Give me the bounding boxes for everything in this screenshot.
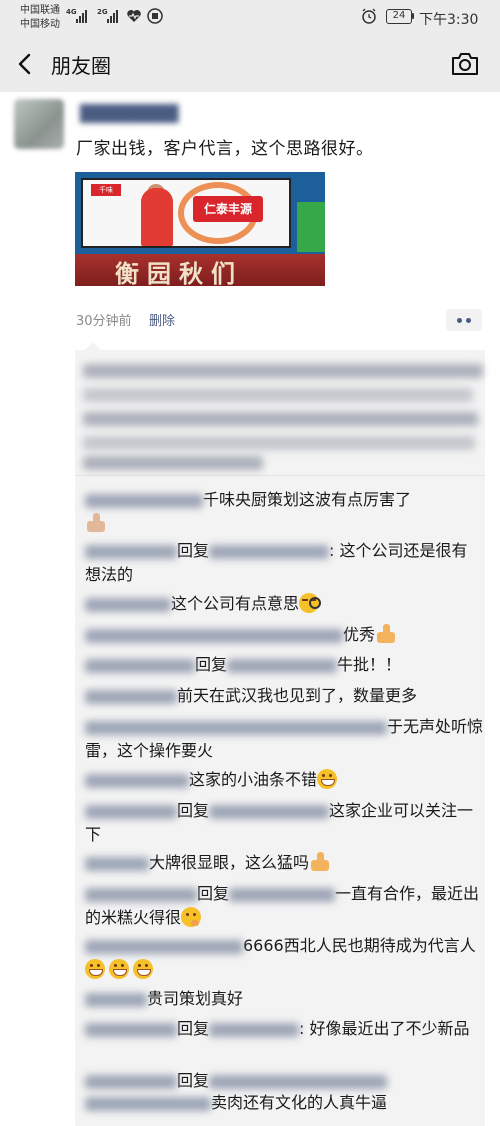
- alarm-icon: [362, 8, 376, 24]
- battery-tip: [412, 13, 414, 19]
- comment-text: 牛批！！: [337, 655, 402, 674]
- commenter-name-blurred[interactable]: [85, 689, 177, 704]
- comment-text: 卖肉还有文化的人真牛逼: [211, 1093, 388, 1112]
- comment-item[interactable]: 贵司策划真好: [85, 987, 483, 1011]
- shop-sign: 衡园秋们: [75, 254, 325, 286]
- comment-item[interactable]: 回复: [85, 1069, 483, 1093]
- comment-text: 前天在武汉我也见到了，数量更多: [177, 686, 418, 705]
- commenter-name-blurred[interactable]: [85, 1096, 211, 1111]
- likes-list: [75, 350, 485, 476]
- billboard-logo: 千味: [91, 184, 121, 196]
- grinning-face-icon: [109, 959, 129, 979]
- dot-icon: [457, 318, 462, 323]
- commenter-name-blurred[interactable]: [85, 720, 387, 735]
- status-bar: 中国联通 中国移动 4G 2G 24 下午3:30: [0, 0, 500, 36]
- nav-bar: 朋友圈: [0, 36, 500, 92]
- reply-target-blurred[interactable]: [209, 1022, 300, 1037]
- carrier-1: 中国联通: [20, 5, 60, 16]
- comment-item[interactable]: 千味央厨策划这波有点厉害了: [85, 488, 483, 536]
- chevron-left-icon[interactable]: [14, 52, 38, 76]
- carrier-2: 中国移动: [20, 19, 60, 30]
- signal-icon: [76, 9, 87, 23]
- comments-panel: 千味央厨策划这波有点厉害了 回复: 这个公司还是很有想法的 这个公司有点意思 优…: [75, 350, 485, 1126]
- commenter-name-blurred[interactable]: [85, 628, 343, 643]
- reply-label: 回复: [177, 541, 210, 560]
- comment-text: : 好像最近出了不少新品: [299, 1019, 470, 1038]
- comment-text: 优秀: [343, 625, 376, 644]
- reply-target-blurred[interactable]: [209, 1074, 388, 1089]
- dot-icon: [466, 318, 471, 323]
- author-name-blurred[interactable]: ████████: [80, 104, 178, 123]
- billboard-banner: 仁泰丰源: [193, 196, 263, 222]
- grinning-face-icon: [133, 959, 153, 979]
- comment-text: 这家的小油条不错: [189, 770, 318, 789]
- post-image[interactable]: 千味 仁泰丰源 衡园秋们: [75, 172, 325, 286]
- comment-item[interactable]: 这个公司有点意思: [85, 592, 483, 616]
- status-time: 下午3:30: [419, 12, 479, 28]
- battery-icon: 24: [386, 9, 412, 24]
- shop-sign-text: 衡园秋们: [115, 259, 243, 286]
- reply-target-blurred[interactable]: [227, 658, 338, 673]
- thumbs-up-icon: [85, 513, 107, 533]
- comment-item[interactable]: 前天在武汉我也见到了，数量更多: [85, 684, 483, 708]
- commenter-name-blurred[interactable]: [85, 658, 195, 673]
- thumbs-up-icon: [375, 624, 397, 644]
- comment-text: 贵司策划真好: [147, 989, 244, 1008]
- commenter-name-blurred[interactable]: [85, 1022, 177, 1037]
- squint-face-icon: [299, 593, 322, 613]
- reply-label: 回复: [177, 1071, 210, 1090]
- notification-icon: [147, 8, 163, 24]
- comment-text: 6666西北人民也期待成为代言人: [243, 936, 476, 955]
- commenter-name-blurred[interactable]: [85, 887, 197, 902]
- reply-label: 回复: [177, 801, 210, 820]
- grinning-face-icon: [85, 959, 105, 979]
- comment-item[interactable]: 大牌很显眼，这么猛吗: [85, 851, 483, 875]
- reply-target-blurred[interactable]: [209, 804, 330, 819]
- post-text: 厂家出钱，客户代言，这个思路很好。: [76, 139, 374, 159]
- reply-label: 回复: [197, 884, 230, 903]
- reply-label: 回复: [177, 1019, 210, 1038]
- comment-item[interactable]: 于无声处听惊雷，这个操作要火: [85, 715, 483, 763]
- comment-item[interactable]: 6666西北人民也期待成为代言人: [85, 934, 483, 982]
- grinning-face-icon: [317, 769, 338, 789]
- delete-link[interactable]: 删除: [149, 310, 175, 329]
- page-title: 朋友圈: [51, 54, 111, 78]
- reply-target-blurred[interactable]: [229, 887, 336, 902]
- billboard: 千味 仁泰丰源: [81, 178, 291, 248]
- billboard-side-panel: [297, 202, 325, 252]
- avatar[interactable]: [14, 99, 64, 149]
- comment-text: 这个公司有点意思: [171, 594, 300, 613]
- commenter-name-blurred[interactable]: [85, 773, 189, 788]
- camera-icon[interactable]: [450, 51, 480, 77]
- thinking-face-icon: [181, 907, 202, 927]
- commenter-name-blurred[interactable]: [85, 992, 147, 1007]
- comment-item[interactable]: 优秀: [85, 623, 483, 647]
- commenter-name-blurred[interactable]: [85, 597, 171, 612]
- reply-label: 回复: [195, 655, 228, 674]
- commenter-name-blurred[interactable]: [85, 856, 149, 871]
- comment-item[interactable]: 卖肉还有文化的人真牛逼: [85, 1091, 483, 1115]
- thumbs-up-icon: [309, 852, 331, 872]
- commenter-name-blurred[interactable]: [85, 804, 177, 819]
- comment-item[interactable]: 回复 这家企业可以关注一下: [85, 799, 483, 847]
- commenter-name-blurred[interactable]: [85, 544, 177, 559]
- commenter-name-blurred[interactable]: [85, 1074, 177, 1089]
- comment-text: 千味央厨策划这波有点厉害了: [203, 490, 412, 509]
- comment-item[interactable]: 回复 一直有合作，最近出的米糕火得很: [85, 882, 483, 930]
- comment-item[interactable]: 回复 : 好像最近出了不少新品: [85, 1017, 483, 1041]
- comments-pointer: [85, 342, 101, 350]
- more-actions-button[interactable]: [446, 309, 482, 331]
- commenter-name-blurred[interactable]: [85, 939, 243, 954]
- comment-item[interactable]: 这家的小油条不错: [85, 768, 483, 792]
- billboard-person: [141, 188, 173, 246]
- comment-item[interactable]: 回复: 这个公司还是很有想法的: [85, 539, 483, 587]
- heart-rate-icon: [127, 10, 141, 22]
- comment-item[interactable]: 回复 牛批！！: [85, 653, 483, 677]
- post-time: 30分钟前: [76, 314, 132, 329]
- comment-text: 大牌很显眼，这么猛吗: [149, 853, 310, 872]
- commenter-name-blurred[interactable]: [85, 493, 203, 508]
- signal-icon-2: [107, 9, 118, 23]
- reply-target-blurred[interactable]: [209, 544, 330, 559]
